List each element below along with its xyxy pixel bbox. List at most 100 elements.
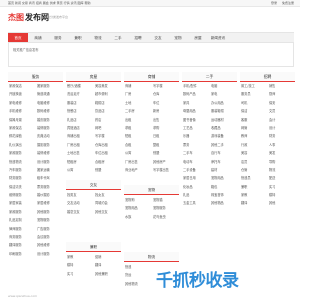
- category-link[interactable]: 数码产品: [183, 90, 196, 98]
- nav-tab[interactable]: 商铺: [28, 33, 48, 42]
- subsection-link[interactable]: 快递: [125, 263, 131, 271]
- nav-tab[interactable]: 二手: [108, 33, 128, 42]
- category-link[interactable]: 建材: [211, 166, 217, 174]
- subsection-link[interactable]: 水族: [125, 213, 131, 221]
- category-link[interactable]: 合租房: [95, 158, 105, 166]
- category-link[interactable]: 家居维修: [37, 199, 50, 207]
- category-link[interactable]: 运动器材: [211, 116, 224, 124]
- category-link[interactable]: 婚纱摄影: [37, 191, 50, 199]
- category-link[interactable]: 其他服务: [37, 208, 50, 216]
- category-link[interactable]: 收藏品: [211, 124, 221, 132]
- site-logo[interactable]: 杰图发布网: [8, 12, 49, 23]
- category-link[interactable]: 数码维修: [37, 107, 50, 115]
- category-link[interactable]: 乐器: [183, 132, 189, 140]
- category-link[interactable]: 兼职: [241, 183, 247, 191]
- category-link[interactable]: 庆典活动: [37, 132, 50, 140]
- category-link[interactable]: 工艺品: [183, 124, 193, 132]
- subsection-link[interactable]: 翻译: [95, 261, 101, 269]
- category-link[interactable]: 翻译服务: [9, 241, 22, 249]
- category-link[interactable]: 摄影服务: [37, 141, 50, 149]
- category-link[interactable]: 商铺: [125, 82, 131, 90]
- category-link[interactable]: 电脑: [211, 82, 217, 90]
- category-link[interactable]: 模特: [269, 191, 275, 199]
- subsection-link[interactable]: 宠物猫: [153, 196, 163, 204]
- category-link[interactable]: 超市便利: [95, 90, 108, 98]
- category-link[interactable]: 快餐店: [67, 107, 77, 115]
- category-link[interactable]: 租车代驾: [37, 174, 50, 182]
- category-link[interactable]: 办公用品: [211, 99, 224, 107]
- category-link[interactable]: 装修服务: [37, 124, 50, 132]
- category-link[interactable]: 搬家服务: [37, 82, 50, 90]
- category-link[interactable]: 手机/配件: [183, 82, 197, 90]
- category-link[interactable]: 车位出租: [95, 149, 108, 157]
- category-link[interactable]: 电脑维修: [37, 99, 50, 107]
- category-link[interactable]: 财务: [269, 132, 275, 140]
- subsection-link[interactable]: 同城约会: [95, 199, 108, 207]
- subsection-link[interactable]: 家教: [67, 253, 73, 261]
- category-link[interactable]: 美发: [269, 149, 275, 157]
- nav-tab[interactable]: 服务: [48, 33, 68, 42]
- category-link[interactable]: 网吧: [95, 124, 101, 132]
- category-link[interactable]: 母婴用品: [183, 107, 196, 115]
- subsection-link[interactable]: 其他交友: [95, 208, 108, 216]
- category-link[interactable]: 短租: [125, 132, 131, 140]
- category-link[interactable]: 礼仪演出: [9, 141, 22, 149]
- subsection-link[interactable]: 找男友: [67, 191, 77, 199]
- category-link[interactable]: 车位: [153, 99, 159, 107]
- category-link[interactable]: 导购: [269, 158, 275, 166]
- category-link[interactable]: 快递员: [241, 174, 251, 182]
- category-link[interactable]: 礼品店: [67, 116, 77, 124]
- category-link[interactable]: 厂房出租: [67, 141, 80, 149]
- category-link[interactable]: 汽车服务: [9, 166, 22, 174]
- top-links[interactable]: 首页 新闻 交易 商讯 招商 展会 供求 黄页 行情 资讯 图库 帮助: [8, 0, 91, 7]
- category-link[interactable]: 礼品定制: [9, 216, 22, 224]
- category-link[interactable]: 票务服务: [37, 183, 50, 191]
- category-link[interactable]: 求租: [125, 124, 131, 132]
- category-link[interactable]: 新房: [153, 107, 159, 115]
- category-link[interactable]: 文员: [269, 107, 275, 115]
- category-link[interactable]: 家具: [183, 99, 189, 107]
- category-link[interactable]: 二手房: [125, 107, 135, 115]
- category-link[interactable]: 鞋帽店: [95, 99, 105, 107]
- category-link[interactable]: 商务服务: [9, 233, 22, 241]
- nav-tab[interactable]: 物流: [88, 33, 108, 42]
- category-link[interactable]: 饮品店: [95, 107, 105, 115]
- category-link[interactable]: 搬家运输: [37, 166, 50, 174]
- category-link[interactable]: 五金工具: [183, 199, 196, 207]
- subsection-link[interactable]: 其他兼职: [95, 270, 108, 278]
- category-link[interactable]: 宾馆酒店: [67, 124, 80, 132]
- category-title[interactable]: 房屋: [66, 72, 121, 82]
- category-link[interactable]: 游戏装备: [211, 132, 224, 140]
- category-link[interactable]: 维修服务: [9, 191, 22, 199]
- subsection-title[interactable]: 交友: [66, 180, 121, 190]
- category-link[interactable]: 二手设备: [183, 166, 196, 174]
- category-title[interactable]: 招聘: [240, 72, 295, 82]
- category-link[interactable]: 设计服务: [37, 250, 50, 258]
- category-link[interactable]: 仓管: [241, 166, 247, 174]
- category-link[interactable]: 珠宝首饰: [211, 191, 224, 199]
- category-link[interactable]: 保安: [269, 99, 275, 107]
- category-link[interactable]: 保洁: [241, 107, 247, 115]
- category-link[interactable]: 写字楼: [95, 132, 105, 140]
- category-link[interactable]: 短租房: [67, 158, 77, 166]
- category-link[interactable]: 出售: [153, 116, 159, 124]
- category-link[interactable]: 自行车: [211, 149, 221, 157]
- category-link[interactable]: 家电: [211, 90, 217, 98]
- category-link[interactable]: 日租: [153, 132, 159, 140]
- category-link[interactable]: 厂房: [125, 90, 131, 98]
- subsection-link[interactable]: 货运: [125, 271, 131, 279]
- category-link[interactable]: 厂房出售: [125, 158, 138, 166]
- category-link[interactable]: 家居日用: [183, 174, 196, 182]
- nav-tab[interactable]: 房屋: [188, 33, 208, 42]
- category-link[interactable]: 其他房产: [153, 158, 166, 166]
- category-link[interactable]: 洗浴足疗: [67, 90, 80, 98]
- category-link[interactable]: 其他物品: [211, 199, 224, 207]
- category-link[interactable]: 装修维修: [37, 149, 50, 157]
- category-link[interactable]: 家政保洁: [9, 124, 22, 132]
- subsection-title[interactable]: 物流: [124, 252, 179, 262]
- category-link[interactable]: 会计: [269, 116, 275, 124]
- category-link[interactable]: 箱包: [211, 183, 217, 191]
- category-link[interactable]: 律师服务: [9, 225, 22, 233]
- category-link[interactable]: 美容美发: [95, 82, 108, 90]
- nav-tab[interactable]: 首页: [8, 33, 28, 42]
